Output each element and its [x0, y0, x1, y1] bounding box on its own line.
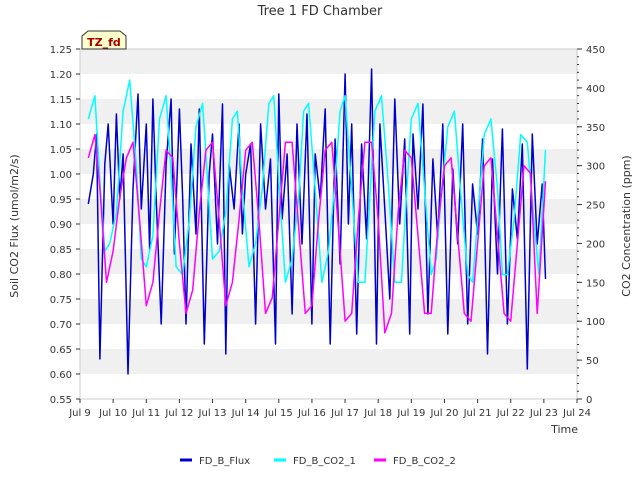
x-tick-label: Jul 23	[529, 408, 558, 419]
x-tick-label: Jul 17	[330, 408, 359, 419]
grid-band	[80, 374, 577, 399]
y-right-tick-label: 150	[586, 278, 605, 289]
y-left-tick-label: 0.55	[50, 395, 72, 406]
y-right-tick-label: 100	[586, 317, 605, 328]
x-tick-label: Jul 10	[98, 408, 127, 419]
y-left-tick-label: 1.20	[50, 70, 72, 81]
x-tick-label: Jul 22	[496, 408, 525, 419]
y-left-tick-label: 0.80	[50, 270, 72, 281]
x-tick-label: Jul 13	[198, 408, 227, 419]
y-right-tick-label: 0	[586, 395, 592, 406]
y-right-tick-label: 350	[586, 123, 605, 134]
chart: Tree 1 FD Chamber 0.550.600.650.700.750.…	[8, 4, 633, 467]
left-axis: 0.55 0.60 0.65 0.70 0.75 0.80 0.85 0.90 0.95 1.00…	[50, 45, 80, 406]
x-tick-label: Jul 18	[363, 408, 392, 419]
grid-band	[80, 49, 577, 74]
y-left-tick-label: 1.10	[50, 120, 72, 131]
x-tick-label: Jul 24	[562, 408, 591, 419]
x-tick-label: Jul 21	[463, 408, 492, 419]
y-left-tick-label: 0.75	[50, 295, 72, 306]
x-tick-label: Jul 20	[429, 408, 458, 419]
x-tick-label: Jul 19	[396, 408, 425, 419]
x-tick-label: Jul 11	[131, 408, 160, 419]
y-left-tick-label: 0.95	[50, 195, 72, 206]
annotation-badge: TZ_fd	[81, 30, 127, 50]
y-right-tick-label: 400	[586, 84, 605, 95]
x-tick-label: Jul 14	[231, 408, 260, 419]
x-tick-label: Jul 12	[164, 408, 193, 419]
x-tick-label: Jul 15	[264, 408, 293, 419]
y-right-tick-label: 200	[586, 239, 605, 250]
x-axis: Jul 9 Jul 10 Jul 11 Jul 12 Jul 13 Jul 14 Jul 1…	[68, 399, 591, 419]
y-left-tick-label: 0.90	[50, 220, 72, 231]
annotation-label: TZ_fd	[87, 36, 121, 49]
y-axis-left-label: Soil CO2 Flux (umol/m2/s)	[8, 154, 21, 297]
x-tick-label: Jul 16	[297, 408, 326, 419]
grid-band	[80, 99, 577, 124]
legend-label-FD_B_CO2_2: FD_B_CO2_2	[393, 456, 456, 467]
y-left-tick-label: 0.85	[50, 245, 72, 256]
legend-label-FD_B_Flux: FD_B_Flux	[199, 456, 250, 467]
x-tick-label: Jul 9	[68, 408, 91, 419]
y-left-tick-label: 0.70	[50, 320, 72, 331]
y-left-tick-label: 0.60	[50, 370, 72, 381]
right-axis: 0 50 100 150 200 250 300 350 400 450	[577, 45, 605, 406]
legend: FD_B_Flux FD_B_CO2_1 FD_B_CO2_2	[180, 456, 456, 467]
x-axis-label: Time	[550, 423, 578, 436]
y-left-tick-label: 1.05	[50, 145, 72, 156]
y-axis-right-label: CO2 Concentration (ppm)	[620, 155, 633, 296]
chart-title: Tree 1 FD Chamber	[257, 4, 383, 19]
y-left-tick-label: 1.25	[50, 45, 72, 56]
y-left-tick-label: 0.65	[50, 345, 72, 356]
y-left-tick-label: 1.00	[50, 170, 72, 181]
y-right-tick-label: 300	[586, 162, 605, 173]
grid-band	[80, 324, 577, 349]
grid-band	[80, 349, 577, 374]
y-right-tick-label: 50	[586, 356, 599, 367]
y-left-tick-label: 1.15	[50, 95, 72, 106]
legend-label-FD_B_CO2_1: FD_B_CO2_1	[293, 456, 356, 467]
grid-bands	[80, 49, 577, 399]
y-right-tick-label: 250	[586, 201, 605, 212]
y-right-tick-label: 450	[586, 45, 605, 56]
grid-band	[80, 74, 577, 99]
